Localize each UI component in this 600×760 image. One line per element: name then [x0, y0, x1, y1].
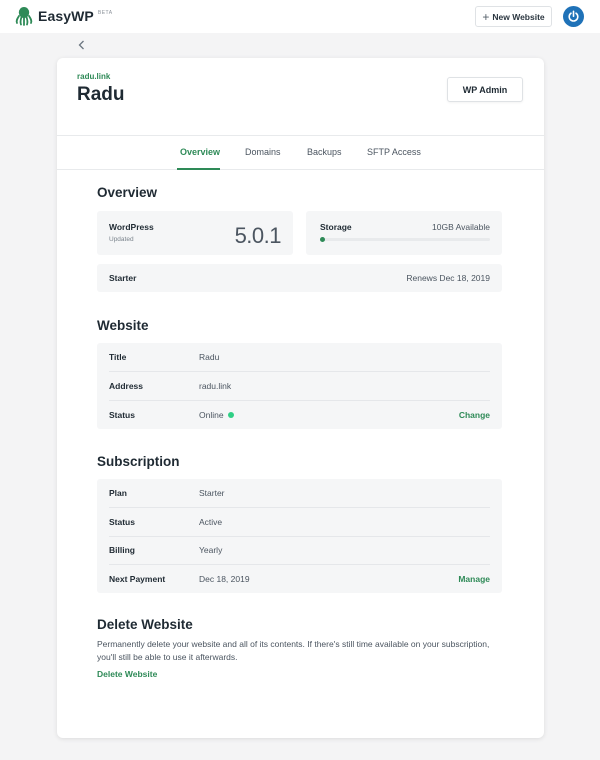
new-website-button[interactable]: + New Website [475, 6, 552, 27]
storage-progress-fill [320, 237, 325, 242]
row-divider [109, 507, 490, 508]
subscription-heading: Subscription [97, 454, 180, 469]
plan-label: Starter [109, 273, 137, 283]
delete-website-description: Permanently delete your website and all … [97, 639, 490, 662]
row-divider [109, 536, 490, 537]
wordpress-version: 5.0.1 [234, 223, 282, 248]
new-website-label: New Website [492, 11, 545, 22]
storage-box: Storage 10GB Available [306, 211, 502, 255]
active-tab-indicator [177, 168, 220, 170]
top-bar: EasyWP BETA + New Website [0, 0, 600, 33]
row-divider [109, 564, 490, 565]
wordpress-version-box: WordPress Updated 5.0.1 [97, 211, 293, 255]
delete-website-heading: Delete Website [97, 617, 193, 632]
website-title-label: Title [109, 352, 127, 362]
wordpress-label: WordPress [109, 222, 154, 232]
delete-website-link[interactable]: Delete Website [97, 669, 157, 679]
website-status-label: Status [109, 410, 135, 420]
beta-badge: BETA [97, 10, 113, 16]
power-icon [568, 10, 579, 22]
storage-available: 10GB Available [432, 222, 490, 232]
subscription-status-label: Status [109, 517, 135, 527]
site-card: radu.link Radu WP Admin Overview Domains… [57, 58, 544, 738]
tab-backups[interactable]: Backups [307, 147, 342, 157]
account-button[interactable] [563, 6, 584, 27]
tabs-divider [57, 169, 544, 170]
plus-icon: + [482, 9, 490, 24]
tab-sftp-access[interactable]: SFTP Access [367, 147, 421, 157]
subscription-billing-value: Yearly [199, 545, 223, 555]
plan-renewal: Renews Dec 18, 2019 [406, 273, 490, 283]
tab-domains[interactable]: Domains [245, 147, 281, 157]
overview-heading: Overview [97, 185, 158, 200]
website-status-text: Online [199, 410, 224, 420]
storage-label: Storage [320, 222, 352, 232]
row-divider [109, 371, 490, 372]
website-address-value: radu.link [199, 381, 232, 391]
tabs-divider [57, 135, 544, 136]
site-domain[interactable]: radu.link [77, 72, 110, 81]
brand[interactable]: EasyWP BETA [15, 6, 113, 26]
manage-subscription-link[interactable]: Manage [458, 574, 490, 584]
subscription-next-payment-value: Dec 18, 2019 [199, 574, 250, 584]
subscription-plan-value: Starter [199, 488, 225, 498]
wp-admin-button[interactable]: WP Admin [447, 77, 523, 102]
website-address-label: Address [109, 381, 144, 391]
change-status-link[interactable]: Change [459, 410, 490, 420]
wordpress-status: Updated [109, 236, 134, 243]
subscription-next-payment-label: Next Payment [109, 574, 166, 584]
site-title: Radu [77, 84, 125, 105]
octopus-logo-icon [15, 7, 33, 26]
row-divider [109, 400, 490, 401]
storage-progress-bar [320, 237, 490, 242]
website-info-box: Title Radu Address radu.link Status Onli… [97, 343, 502, 429]
plan-box: Starter Renews Dec 18, 2019 [97, 264, 502, 292]
subscription-info-box: Plan Starter Status Active Billing Yearl… [97, 479, 502, 593]
subscription-billing-label: Billing [109, 545, 135, 555]
tab-overview[interactable]: Overview [180, 147, 220, 157]
subscription-status-value: Active [199, 517, 223, 527]
website-status-value: Online [199, 410, 234, 420]
chevron-left-icon[interactable] [76, 38, 88, 52]
website-title-value: Radu [199, 352, 220, 362]
website-heading: Website [97, 318, 149, 333]
subscription-plan-label: Plan [109, 488, 127, 498]
brand-name: EasyWP [38, 8, 94, 24]
status-online-dot [227, 412, 234, 418]
